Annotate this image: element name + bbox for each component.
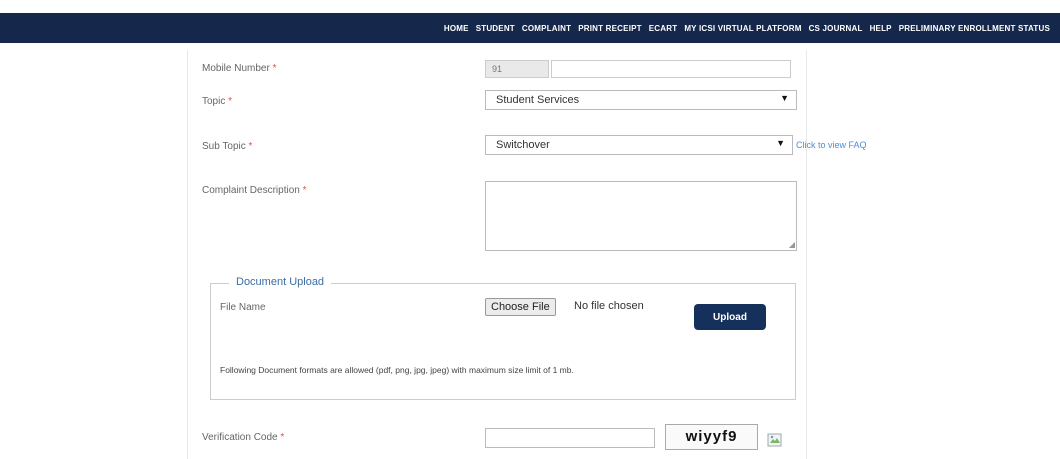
view-faq-link[interactable]: Click to view FAQ [796, 140, 867, 150]
choose-file-button[interactable]: Choose File [485, 298, 556, 316]
required-mark: * [228, 96, 233, 107]
sub-topic-selected-value: Switchover [496, 139, 550, 151]
required-mark: * [302, 185, 307, 196]
complaint-form: Mobile Number * 91 Topic * Student Servi… [187, 50, 867, 459]
nav-virtual-platform[interactable]: MY ICSI VIRTUAL PLATFORM [684, 24, 801, 33]
captcha-image: wiyyf9 [665, 424, 758, 450]
sub-topic-label: Sub Topic * [202, 141, 253, 152]
document-upload-legend: Document Upload [229, 276, 332, 288]
complaint-description-label: Complaint Description * [202, 185, 307, 196]
mobile-number-input[interactable] [551, 60, 791, 78]
allowed-formats-note: Following Document formats are allowed (… [220, 365, 574, 375]
sub-topic-select[interactable]: Switchover ▼ [485, 135, 793, 155]
complaint-description-textarea[interactable]: ◢ [485, 181, 797, 251]
country-code-field: 91 [485, 60, 549, 78]
verification-code-label: Verification Code * [202, 432, 285, 443]
topic-selected-value: Student Services [496, 94, 580, 106]
nav-enrollment-status[interactable]: PRELIMINARY ENROLLMENT STATUS [899, 24, 1050, 33]
topic-select[interactable]: Student Services ▼ [485, 90, 797, 110]
nav-ecart[interactable]: ECART [649, 24, 678, 33]
topic-label: Topic * [202, 96, 233, 107]
top-nav-bar: HOME STUDENT COMPLAINT PRINT RECEIPT ECA… [0, 13, 1060, 43]
nav-help[interactable]: HELP [870, 24, 892, 33]
broken-image-icon[interactable] [767, 432, 783, 448]
mobile-number-label: Mobile Number * [202, 63, 277, 74]
nav-print-receipt[interactable]: PRINT RECEIPT [578, 24, 642, 33]
nav-menu: HOME STUDENT COMPLAINT PRINT RECEIPT ECA… [444, 13, 1050, 43]
nav-complaint[interactable]: COMPLAINT [522, 24, 571, 33]
file-name-label: File Name [220, 302, 266, 313]
required-mark: * [280, 432, 285, 443]
required-mark: * [248, 141, 253, 152]
verification-code-input[interactable] [485, 428, 655, 448]
required-mark: * [272, 63, 277, 74]
document-upload-section: Document Upload File Name Choose File No… [210, 276, 796, 400]
no-file-chosen-text: No file chosen [574, 300, 644, 312]
resize-grip-icon[interactable]: ◢ [789, 240, 795, 249]
nav-home[interactable]: HOME [444, 24, 469, 33]
caret-down-icon: ▼ [780, 93, 789, 103]
nav-student[interactable]: STUDENT [476, 24, 515, 33]
caret-down-icon: ▼ [776, 138, 785, 148]
upload-button[interactable]: Upload [694, 304, 766, 330]
nav-cs-journal[interactable]: CS JOURNAL [809, 24, 863, 33]
